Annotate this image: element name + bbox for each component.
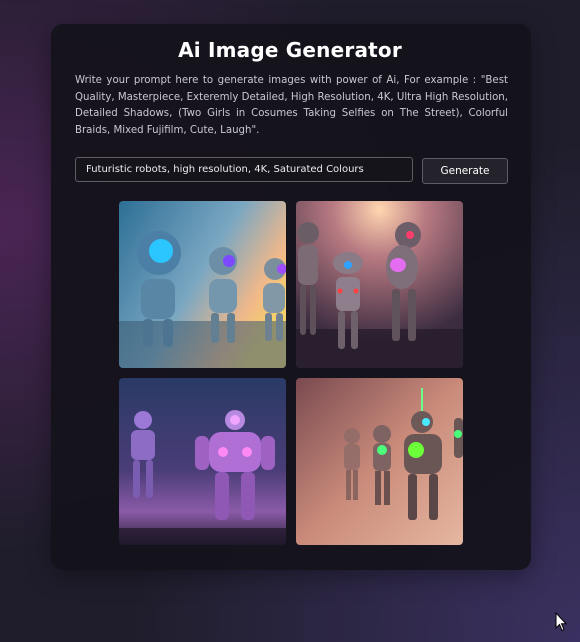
prompt-input[interactable]: Futuristic robots, high resolution, 4K, … bbox=[75, 157, 413, 182]
generate-button[interactable]: Generate bbox=[422, 158, 508, 184]
page-title: Ai Image Generator bbox=[178, 38, 402, 62]
prompt-input-value: Futuristic robots, high resolution, 4K, … bbox=[86, 164, 364, 175]
robot-image-3-icon bbox=[119, 378, 286, 545]
generated-image-3[interactable] bbox=[119, 378, 286, 545]
generated-image-2[interactable] bbox=[296, 201, 463, 368]
generated-image-1[interactable] bbox=[119, 201, 286, 368]
robot-image-2-icon bbox=[296, 201, 463, 368]
robot-image-1-icon bbox=[119, 201, 286, 368]
mouse-cursor-icon bbox=[555, 612, 567, 632]
description-text: Write your prompt here to generate image… bbox=[75, 75, 508, 136]
generated-image-4[interactable] bbox=[296, 378, 463, 545]
robot-image-4-icon bbox=[296, 378, 463, 545]
